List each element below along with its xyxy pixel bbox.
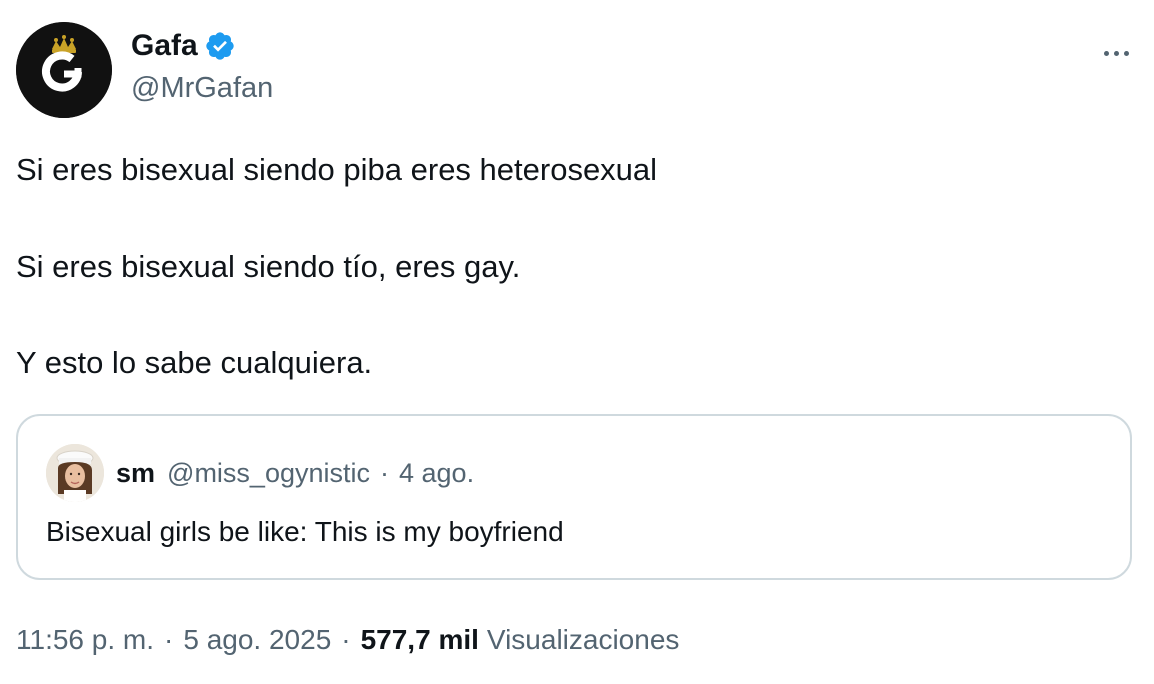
tweet-text-line: Y esto lo sabe cualquiera.: [16, 345, 373, 380]
separator-dot: ·: [380, 458, 389, 488]
more-options-button[interactable]: [1093, 36, 1139, 70]
quoted-tweet-header: sm @miss_ogynistic · 4 ago.: [116, 456, 474, 490]
author-name-row: Gafa: [131, 28, 236, 64]
tweet-meta: 11:56 p. m. · 5 ago. 2025 · 577,7 mil Vi…: [16, 622, 679, 658]
author-handle[interactable]: @MrGafan: [131, 70, 273, 106]
author-avatar[interactable]: [16, 22, 112, 118]
quoted-date[interactable]: 4 ago.: [399, 456, 474, 490]
verified-badge-icon[interactable]: [204, 30, 236, 62]
more-dot-icon: [1103, 50, 1109, 56]
user-photo-icon: [46, 444, 104, 502]
quoted-handle[interactable]: @miss_ogynistic: [167, 456, 370, 490]
separator-dot: ·: [341, 624, 351, 655]
tweet-date[interactable]: 5 ago. 2025: [183, 622, 331, 658]
tweet: Gafa @MrGafan Si eres bisexual siendo pi…: [0, 0, 1154, 684]
views-count[interactable]: 577,7 mil: [361, 622, 479, 658]
more-dot-icon: [1123, 50, 1129, 56]
tweet-text-line: Si eres bisexual siendo piba eres hetero…: [16, 152, 658, 187]
quoted-display-name[interactable]: sm: [116, 456, 155, 490]
tweet-time[interactable]: 11:56 p. m.: [16, 622, 154, 658]
quoted-tweet-text: Bisexual girls be like: This is my boyfr…: [46, 516, 564, 547]
more-dot-icon: [1113, 50, 1119, 56]
crowned-g-logo-icon: [16, 22, 112, 118]
tweet-text-line: Si eres bisexual siendo tío, eres gay.: [16, 249, 521, 284]
quoted-author-avatar[interactable]: [46, 444, 104, 502]
author-display-name[interactable]: Gafa: [131, 28, 198, 64]
views-label[interactable]: Visualizaciones: [487, 622, 680, 658]
quoted-tweet-card[interactable]: sm @miss_ogynistic · 4 ago. Bisexual gir…: [16, 414, 1132, 580]
separator-dot: ·: [164, 624, 174, 655]
